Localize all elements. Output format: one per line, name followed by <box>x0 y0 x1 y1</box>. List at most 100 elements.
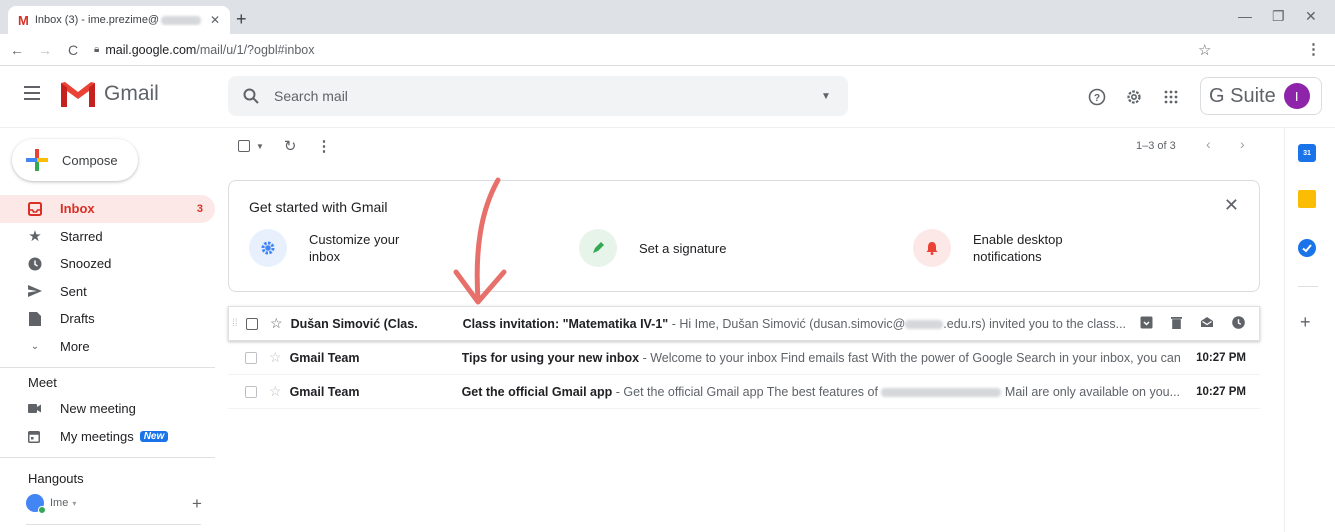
select-dropdown-icon[interactable]: ▼ <box>256 142 264 151</box>
bookmark-star-icon[interactable]: ☆ <box>1198 41 1211 59</box>
search-bar[interactable]: Search mail ▼ <box>228 76 848 116</box>
email-snippet: - Get the official Gmail app The best fe… <box>612 384 878 399</box>
drag-handle-icon[interactable]: ⁞⁞ <box>232 318 238 329</box>
search-icon[interactable] <box>228 88 274 104</box>
sidebar-item-label: More <box>60 338 90 354</box>
hangouts-user[interactable]: Ime ▾ <box>26 494 76 514</box>
email-sender: Gmail Team <box>289 350 360 365</box>
row-checkbox[interactable] <box>246 317 258 330</box>
minimize-icon[interactable]: — <box>1238 8 1252 24</box>
more-actions-icon[interactable]: ⋮ <box>317 137 332 155</box>
sidebar-item-label: Starred <box>60 228 103 244</box>
unread-count-badge: 3 <box>196 202 203 215</box>
email-snippet-end: .edu.rs) invited you to the class... <box>943 316 1127 331</box>
chevron-down-icon: ⌄ <box>30 340 40 352</box>
new-badge: New <box>139 431 169 442</box>
prev-page-icon[interactable]: ‹ <box>1206 136 1211 152</box>
gmail-logo-icon[interactable] <box>58 79 98 109</box>
reload-icon[interactable]: C <box>62 42 84 58</box>
tab-close-icon[interactable]: ✕ <box>210 13 220 27</box>
redacted-text <box>905 319 944 329</box>
browser-tab[interactable]: M Inbox (3) - ime.prezime@ ✕ <box>8 6 230 34</box>
email-snippet: - Welcome to your inbox Find emails fast… <box>639 350 1180 365</box>
email-subject: Get the official Gmail app <box>461 384 613 399</box>
inbox-icon <box>28 201 42 216</box>
account-switcher[interactable]: G Suite I <box>1200 77 1322 115</box>
compose-button[interactable]: Compose <box>12 139 138 181</box>
video-camera-icon <box>28 404 42 413</box>
calendar-app-icon[interactable]: 31 <box>1298 144 1316 162</box>
sidebar-item-more[interactable]: ⌄ More <box>0 333 215 361</box>
sidebar-divider <box>0 457 215 458</box>
apps-grid-icon[interactable] <box>1164 90 1178 109</box>
restore-icon[interactable]: ❐ <box>1272 8 1285 25</box>
status-dropdown-icon[interactable]: ▾ <box>72 499 76 508</box>
get-started-title: Get started with Gmail <box>249 199 388 215</box>
tip-set-signature[interactable]: Set a signature <box>579 229 726 267</box>
url-field[interactable]: 🔒︎ mail.google.com/mail/u/1/?ogbl#inbox <box>94 43 314 57</box>
pagination-text: 1–3 of 3 <box>1136 140 1176 152</box>
mark-read-icon[interactable] <box>1200 316 1214 332</box>
new-conversation-plus-icon[interactable]: + <box>192 494 202 514</box>
row-checkbox[interactable] <box>245 385 257 398</box>
sidebar-item-snoozed[interactable]: Snoozed <box>0 250 215 278</box>
next-page-icon[interactable]: › <box>1240 136 1245 152</box>
forward-icon[interactable]: → <box>34 42 56 58</box>
select-all-checkbox[interactable] <box>238 140 250 152</box>
browser-tabstrip: M Inbox (3) - ime.prezime@ ✕ + — ❐ ✕ <box>0 0 1335 34</box>
tip-label-line1: Customize your <box>309 232 400 247</box>
row-star-icon[interactable]: ☆ <box>269 383 282 400</box>
tip-customize-inbox[interactable]: Customize your inbox <box>249 229 399 267</box>
main-menu-icon[interactable] <box>24 86 40 100</box>
keep-app-icon[interactable] <box>1298 190 1316 208</box>
settings-gear-icon[interactable] <box>1125 88 1143 111</box>
address-bar-row: ← → C 🔒︎ mail.google.com/mail/u/1/?ogbl#… <box>0 34 1335 66</box>
send-icon <box>28 284 42 298</box>
window-close-icon[interactable]: ✕ <box>1305 8 1317 25</box>
back-icon[interactable]: ← <box>6 42 28 58</box>
redacted-text <box>161 15 202 25</box>
sidebar-item-inbox[interactable]: Inbox 3 <box>0 195 215 223</box>
table-row[interactable]: ⁞⁞ ☆ Dušan Simović (Clas. Class invitati… <box>228 306 1260 341</box>
email-date: 10:27 PM <box>1196 351 1246 364</box>
tip-label-line2: notifications <box>973 249 1042 264</box>
tasks-app-icon[interactable] <box>1298 239 1316 257</box>
snooze-icon[interactable] <box>1232 315 1245 332</box>
sidebar-item-starred[interactable]: ★ Starred <box>0 223 215 251</box>
row-checkbox[interactable] <box>245 351 257 364</box>
star-icon: ★ <box>28 228 42 246</box>
side-panel: 31 + <box>1284 128 1335 532</box>
sidebar-divider <box>0 367 215 368</box>
close-card-icon[interactable]: ✕ <box>1224 195 1239 216</box>
email-subject: Class invitation: "Matematika IV-1" <box>462 316 669 331</box>
search-options-icon[interactable]: ▼ <box>804 91 848 102</box>
row-star-icon[interactable]: ☆ <box>270 315 283 332</box>
search-input[interactable]: Search mail <box>274 88 804 104</box>
sidebar-item-drafts[interactable]: Drafts <box>0 305 215 333</box>
help-icon[interactable]: ? <box>1088 88 1106 111</box>
email-subject: Tips for using your new inbox <box>461 350 640 365</box>
table-row[interactable]: ☆ Gmail Team Get the official Gmail app … <box>228 375 1260 409</box>
refresh-icon[interactable]: ↻ <box>284 137 297 155</box>
browser-menu-icon[interactable]: ⋮ <box>1306 40 1321 58</box>
row-actions <box>1132 315 1259 332</box>
sidebar-item-sent[interactable]: Sent <box>0 278 215 306</box>
email-sender: Dušan Simović (Clas. <box>290 316 418 331</box>
my-meetings-item[interactable]: My meetings New <box>28 429 169 444</box>
archive-icon[interactable] <box>1140 316 1153 332</box>
pen-icon <box>579 229 617 267</box>
avatar[interactable]: I <box>1283 83 1310 109</box>
new-tab-icon[interactable]: + <box>236 9 247 30</box>
compose-plus-icon <box>26 149 48 171</box>
url-host: mail.google.com <box>105 42 197 57</box>
get-addons-plus-icon[interactable]: + <box>1300 312 1311 333</box>
table-row[interactable]: ☆ Gmail Team Tips for using your new inb… <box>228 341 1260 375</box>
tip-enable-notifications[interactable]: Enable desktop notifications <box>913 229 1063 267</box>
tip-label-line2: inbox <box>309 249 341 264</box>
delete-icon[interactable] <box>1171 316 1182 332</box>
row-star-icon[interactable]: ☆ <box>269 349 282 366</box>
tab-title: Inbox (3) - ime.prezime@ <box>34 14 160 26</box>
my-meetings-label: My meetings <box>60 429 134 444</box>
mail-toolbar: ▼ ↻ ⋮ <box>228 128 1268 164</box>
new-meeting-item[interactable]: New meeting <box>28 401 136 416</box>
